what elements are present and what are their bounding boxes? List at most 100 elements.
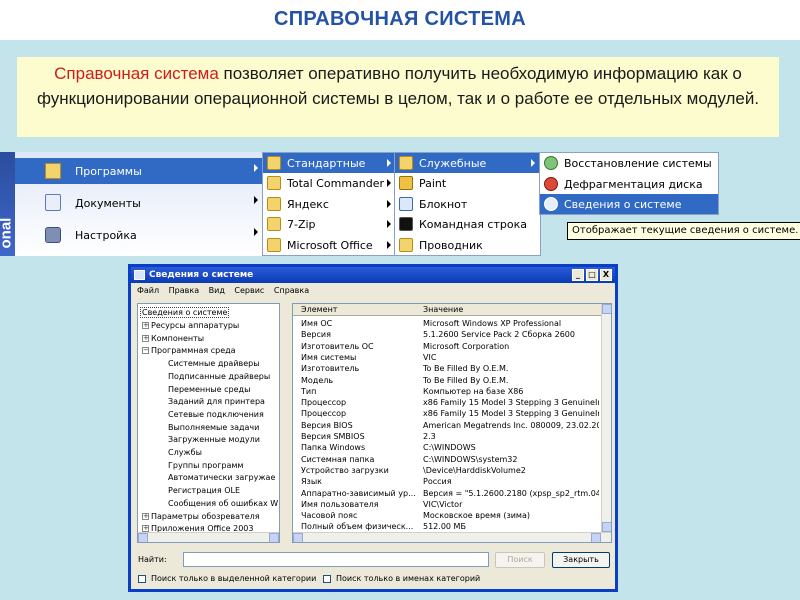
table-row[interactable]: Имя ОС Microsoft Windows XP Professional bbox=[293, 318, 599, 329]
table-row[interactable]: Системная папка C:\WINDOWS\system32 bbox=[293, 454, 599, 465]
tree-item[interactable]: Переменные среды bbox=[168, 383, 250, 396]
table-row[interactable]: Язык Россия bbox=[293, 476, 599, 487]
tree-item[interactable]: Загруженные модули bbox=[168, 433, 260, 446]
close-window-button[interactable]: Закрыть bbox=[552, 552, 610, 568]
slide-header: СПРАВОЧНАЯ СИСТЕМА bbox=[0, 0, 800, 40]
tree-item[interactable]: + Ресурсы аппаратуры bbox=[142, 319, 239, 332]
checkbox-box[interactable] bbox=[323, 575, 331, 583]
details-table[interactable]: Элемент Значение Имя ОС Microsoft Windows… bbox=[292, 303, 612, 543]
column-header-item[interactable]: Элемент bbox=[301, 304, 337, 316]
tree-root[interactable]: Сведения о системе bbox=[140, 306, 230, 319]
tree-item[interactable]: + Компоненты bbox=[142, 332, 204, 345]
menu-item-paint[interactable]: Paint bbox=[395, 173, 540, 193]
table-row[interactable]: Процессор x86 Family 15 Model 3 Stepping … bbox=[293, 408, 599, 419]
table-row[interactable]: Часовой пояс Московское время (зима) bbox=[293, 510, 599, 521]
menu-item-explorer[interactable]: Проводник bbox=[395, 235, 540, 255]
table-cell-item: Папка Windows bbox=[301, 443, 366, 453]
table-row[interactable]: Модель To Be Filled By O.E.M. bbox=[293, 375, 599, 386]
table-row[interactable]: Имя пользователя VIC\Victor bbox=[293, 499, 599, 510]
menu-item-yandex[interactable]: Яндекс bbox=[263, 194, 396, 214]
tree-item[interactable]: Заданий для принтера bbox=[168, 395, 265, 408]
menu-item-microsoft-office[interactable]: Microsoft Office bbox=[263, 235, 396, 255]
scroll-left-button[interactable] bbox=[293, 533, 303, 542]
menu-item-total-commander[interactable]: Total Commander bbox=[263, 173, 396, 193]
menu-item-documents[interactable]: Документы bbox=[15, 190, 263, 216]
chevron-right-icon bbox=[254, 196, 258, 204]
start-menu: Программы Документы Настройка bbox=[15, 152, 263, 256]
table-vertical-scrollbar[interactable] bbox=[601, 304, 611, 532]
table-cell-item: Процессор bbox=[301, 398, 347, 408]
table-row[interactable]: Устройство загрузки \Device\HarddiskVolum… bbox=[293, 465, 599, 476]
tree-horizontal-scrollbar[interactable] bbox=[138, 532, 279, 542]
tree-item[interactable]: Регистрация OLE bbox=[168, 484, 240, 497]
scroll-left-button[interactable] bbox=[138, 533, 148, 542]
tooltip: Отображает текущие сведения о системе. bbox=[567, 222, 800, 240]
find-input[interactable] bbox=[183, 552, 489, 567]
menu-item-accessories[interactable]: Стандартные bbox=[263, 153, 396, 173]
search-button[interactable]: Поиск bbox=[495, 552, 545, 568]
menu-help[interactable]: Справка bbox=[274, 286, 309, 295]
collapse-icon[interactable]: − bbox=[142, 347, 149, 355]
menu-item-system-tools[interactable]: Служебные bbox=[395, 153, 540, 173]
table-horizontal-scrollbar[interactable] bbox=[293, 532, 611, 542]
menu-view[interactable]: Вид bbox=[209, 286, 225, 295]
tree-item[interactable]: Подписанные драйверы bbox=[168, 370, 270, 383]
table-row[interactable]: Изготовитель To Be Filled By O.E.M. bbox=[293, 363, 599, 374]
table-cell-item: Часовой пояс bbox=[301, 511, 358, 521]
menu-item-programs-label: Программы bbox=[75, 164, 142, 178]
table-row[interactable]: Процессор x86 Family 15 Model 3 Stepping … bbox=[293, 397, 599, 408]
menu-file[interactable]: Файл bbox=[137, 286, 159, 295]
checkbox-selected-category[interactable]: Поиск только в выделенной категории bbox=[138, 574, 316, 584]
table-row[interactable]: Имя системы VIC bbox=[293, 352, 599, 363]
tree-item[interactable]: Группы программ bbox=[168, 459, 243, 472]
scroll-right-button[interactable] bbox=[269, 533, 279, 542]
menu-edit[interactable]: Правка bbox=[169, 286, 199, 295]
menu-item-settings[interactable]: Настройка bbox=[15, 222, 263, 248]
table-row[interactable]: Папка Windows C:\WINDOWS bbox=[293, 442, 599, 453]
tree-item[interactable]: Сообщения об ошибках W bbox=[168, 497, 278, 510]
table-cell-value: Московское время (зима) bbox=[423, 511, 530, 521]
tree-item[interactable]: Службы bbox=[168, 446, 202, 459]
menu-item-defrag[interactable]: Дефрагментация диска bbox=[540, 174, 718, 194]
column-header-value[interactable]: Значение bbox=[423, 304, 463, 316]
category-tree[interactable]: Сведения о системе + Ресурсы аппаратуры + К… bbox=[137, 303, 280, 543]
menu-item-programs[interactable]: Программы bbox=[15, 158, 263, 184]
table-row[interactable]: Полный объем физическ... 512.00 МБ bbox=[293, 521, 599, 532]
tree-item[interactable]: Сетевые подключения bbox=[168, 408, 264, 421]
table-cell-value: Microsoft Corporation bbox=[423, 341, 510, 351]
menu-item-notepad[interactable]: Блокнот bbox=[395, 194, 540, 214]
tree-item[interactable]: Системные драйверы bbox=[168, 357, 260, 370]
table-row[interactable]: Версия SMBIOS 2.3 bbox=[293, 431, 599, 442]
expand-icon[interactable]: + bbox=[142, 512, 149, 520]
maximize-button[interactable]: □ bbox=[586, 269, 598, 281]
window-titlebar[interactable]: Сведения о системе _ □ X bbox=[131, 267, 615, 283]
menu-item-paint-label: Paint bbox=[419, 176, 447, 190]
checkbox-category-names[interactable]: Поиск только в именах категорий bbox=[323, 574, 480, 584]
scroll-right-button[interactable] bbox=[591, 533, 601, 542]
menu-item-system-info[interactable]: Сведения о системе bbox=[540, 194, 718, 214]
tree-item[interactable]: Автоматически загружае bbox=[168, 471, 275, 484]
table-row[interactable]: Версия 5.1.2600 Service Pack 2 Сборка 260… bbox=[293, 329, 599, 340]
scroll-down-button[interactable] bbox=[602, 522, 611, 532]
menu-item-system-restore[interactable]: Восстановление системы bbox=[540, 153, 718, 173]
tree-item-label: Сетевые подключения bbox=[168, 409, 264, 419]
expand-icon[interactable]: + bbox=[142, 334, 149, 342]
table-cell-item: Аппаратно-зависимый ур... bbox=[301, 488, 416, 498]
menu-tools[interactable]: Сервис bbox=[234, 286, 264, 295]
menu-item-command-prompt[interactable]: Командная строка bbox=[395, 214, 540, 234]
tree-item[interactable]: + Параметры обозревателя bbox=[142, 510, 260, 523]
checkbox-box[interactable] bbox=[138, 575, 146, 583]
close-button[interactable]: X bbox=[600, 269, 612, 281]
table-row[interactable]: Аппаратно-зависимый ур... Версия = "5.1.2… bbox=[293, 488, 599, 499]
menu-item-explorer-label: Проводник bbox=[419, 238, 483, 252]
tree-item[interactable]: − Программная среда bbox=[142, 344, 236, 357]
menu-item-total-commander-label: Total Commander bbox=[287, 176, 385, 190]
table-row[interactable]: Тип Компьютер на базе X86 bbox=[293, 386, 599, 397]
tree-item[interactable]: Выполняемые задачи bbox=[168, 421, 259, 434]
menu-item-7zip[interactable]: 7-Zip bbox=[263, 214, 396, 234]
table-row[interactable]: Версия BIOS American Megatrends Inc. 0800… bbox=[293, 420, 599, 431]
scroll-up-button[interactable] bbox=[602, 304, 611, 314]
expand-icon[interactable]: + bbox=[142, 322, 149, 329]
minimize-button[interactable]: _ bbox=[572, 269, 584, 281]
table-row[interactable]: Изготовитель ОС Microsoft Corporation bbox=[293, 341, 599, 352]
